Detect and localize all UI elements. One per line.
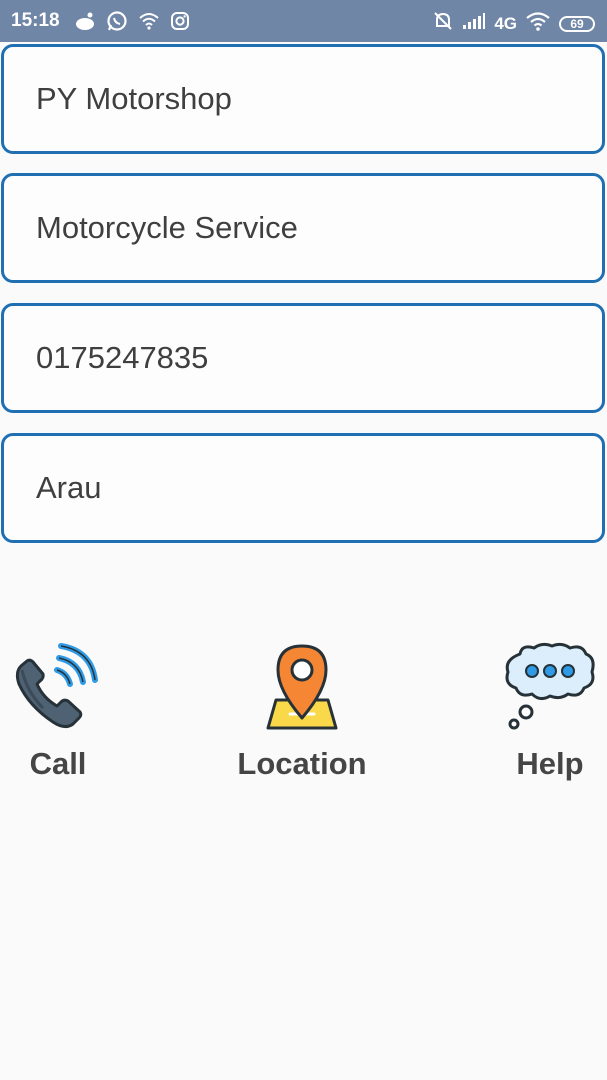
status-bar: 15:18 4G 69: [0, 0, 607, 42]
notification-app-icon: [74, 11, 96, 36]
map-pin-icon: [266, 644, 338, 730]
service-type-value: Motorcycle Service: [36, 210, 298, 245]
location-button[interactable]: Location: [232, 640, 372, 782]
call-label: Call: [29, 746, 87, 781]
phone-number-field[interactable]: 0175247835: [1, 303, 605, 413]
shop-name-field[interactable]: PY Motorshop: [1, 44, 605, 154]
shop-name-value: PY Motorshop: [36, 81, 232, 116]
signal-icon: [462, 12, 486, 35]
status-time: 15:18: [11, 10, 60, 31]
location-value: Arau: [36, 470, 102, 505]
wifi-signal-icon: [525, 11, 551, 36]
mute-alarm-icon: [432, 10, 454, 37]
wifi-icon: [138, 12, 160, 35]
call-button[interactable]: Call: [13, 640, 103, 782]
phone-number-value: 0175247835: [36, 340, 209, 375]
location-label: Location: [237, 746, 367, 781]
chat-bubble-icon: [505, 642, 595, 730]
location-field[interactable]: Arau: [1, 433, 605, 543]
service-type-field[interactable]: Motorcycle Service: [1, 173, 605, 283]
whatsapp-icon: [106, 10, 128, 37]
help-button[interactable]: Help: [502, 640, 598, 782]
phone-call-icon: [15, 643, 98, 729]
instagram-icon: [170, 11, 190, 36]
network-type: 4G: [494, 13, 517, 33]
help-label: Help: [516, 746, 584, 781]
battery-indicator: 69: [559, 15, 595, 32]
